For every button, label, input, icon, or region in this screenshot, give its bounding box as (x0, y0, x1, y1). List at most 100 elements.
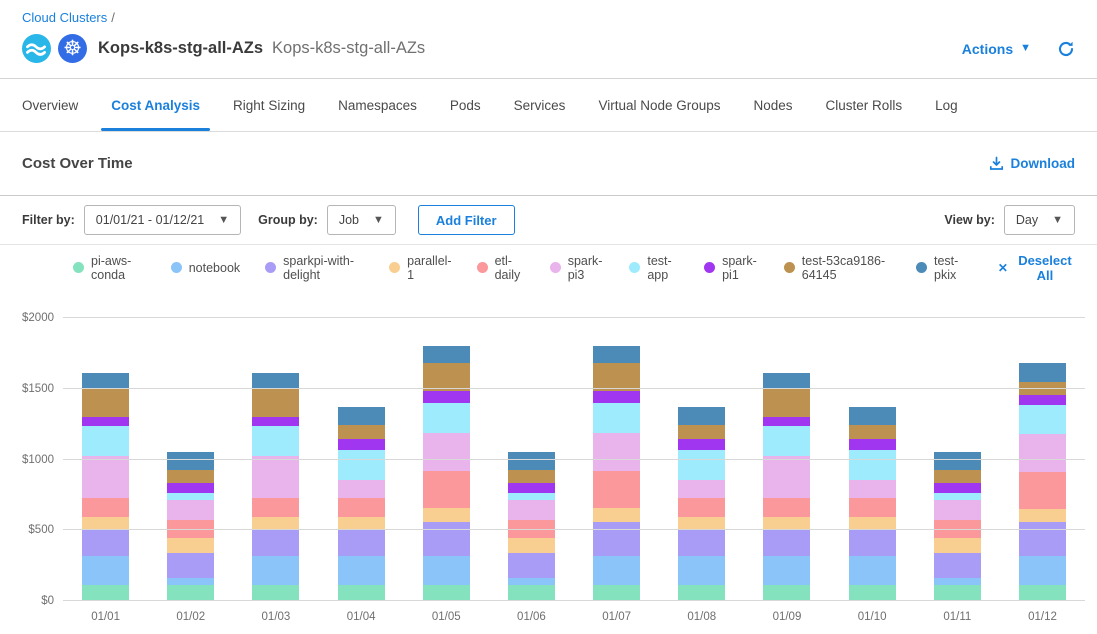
close-icon: ✕ (998, 261, 1008, 275)
legend-color-dot (550, 262, 561, 273)
stacked-bar-01-03 (252, 318, 299, 601)
bar-segment-pi-aws-conda (82, 585, 129, 601)
legend-item-test-app[interactable]: test-app (629, 254, 679, 282)
bar-slot (659, 318, 744, 601)
tab-virtual-node-groups[interactable]: Virtual Node Groups (598, 79, 720, 131)
bar-segment-spark-pi1 (849, 439, 896, 450)
bar-segment-sparkpi-with-delight (849, 530, 896, 556)
tab-namespaces[interactable]: Namespaces (338, 79, 417, 131)
chevron-down-icon: ▼ (1020, 43, 1031, 54)
page-header: Cloud Clusters/ ☸ Kops-k8s-stg-all-AZs K… (0, 0, 1097, 79)
legend-color-dot (265, 262, 276, 273)
chevron-down-icon: ▼ (218, 215, 229, 226)
download-button[interactable]: Download (989, 156, 1076, 171)
legend-color-dot (784, 262, 795, 273)
gridline (63, 388, 1085, 389)
tab-services[interactable]: Services (514, 79, 566, 131)
legend-item-spark-pi3[interactable]: spark-pi3 (550, 254, 605, 282)
legend-color-dot (704, 262, 715, 273)
bar-segment-spark-pi1 (338, 439, 385, 450)
refresh-button[interactable] (1057, 40, 1075, 58)
tab-right-sizing[interactable]: Right Sizing (233, 79, 305, 131)
bar-segment-etl-daily (678, 498, 725, 516)
cluster-subtitle: Kops-k8s-stg-all-AZs (272, 39, 425, 58)
bar-segment-spark-pi1 (82, 417, 129, 426)
gridline (63, 459, 1085, 460)
legend-label: test-pkix (934, 254, 967, 282)
legend-label: parallel-1 (407, 254, 451, 282)
legend-items: pi-aws-conda notebook sparkpi-with-delight… (73, 254, 967, 282)
bar-segment-etl-daily (593, 471, 640, 508)
bar-segment-test-pkix (1019, 363, 1066, 381)
tab-log[interactable]: Log (935, 79, 958, 131)
legend-item-test-pkix[interactable]: test-pkix (916, 254, 967, 282)
bar-segment-sparkpi-with-delight (934, 553, 981, 578)
bar-slot (148, 318, 233, 601)
group-by-label: Group by: (258, 213, 318, 227)
x-axis-tick: 01/02 (148, 611, 233, 623)
bar-segment-etl-daily (1019, 472, 1066, 509)
breadcrumb-link-cloud-clusters[interactable]: Cloud Clusters (22, 10, 107, 25)
legend-item-etl-daily[interactable]: etl-daily (477, 254, 525, 282)
bar-segment-test-app (423, 403, 470, 433)
bar-segment-test-53ca9186-64145 (167, 470, 214, 483)
bar-slot (574, 318, 659, 601)
legend-color-dot (73, 262, 84, 273)
bar-segment-parallel-1 (338, 517, 385, 530)
stacked-bar-01-02 (167, 318, 214, 601)
bar-segment-notebook (678, 556, 725, 585)
view-by-value: Day (1016, 213, 1038, 227)
legend-item-pi-aws-conda[interactable]: pi-aws-conda (73, 254, 146, 282)
group-by-value: Job (339, 213, 359, 227)
bar-segment-spark-pi3 (593, 433, 640, 470)
bar-segment-notebook (338, 556, 385, 585)
tab-overview[interactable]: Overview (22, 79, 78, 131)
bar-segment-etl-daily (338, 498, 385, 516)
y-axis-tick: $1000 (22, 454, 54, 466)
bar-segment-sparkpi-with-delight (252, 530, 299, 556)
group-by-select[interactable]: Job ▼ (327, 205, 396, 235)
actions-button[interactable]: Actions ▼ (962, 41, 1031, 57)
plot-area: $0$500$1000$1500$2000 (63, 318, 1085, 601)
bar-segment-test-app (1019, 405, 1066, 434)
date-range-value: 01/01/21 - 01/12/21 (96, 213, 204, 227)
bar-segment-test-pkix (423, 346, 470, 363)
legend-color-dot (389, 262, 400, 273)
legend-item-test-53ca9186-64145[interactable]: test-53ca9186-64145 (784, 254, 891, 282)
tab-nodes[interactable]: Nodes (754, 79, 793, 131)
legend-item-notebook[interactable]: notebook (171, 261, 240, 275)
bars (63, 318, 1085, 601)
bar-segment-spark-pi3 (1019, 434, 1066, 471)
bar-segment-test-53ca9186-64145 (849, 425, 896, 439)
legend-label: sparkpi-with-delight (283, 254, 364, 282)
bar-slot (915, 318, 1000, 601)
bar-segment-notebook (849, 556, 896, 585)
bar-segment-test-app (167, 493, 214, 500)
bar-segment-sparkpi-with-delight (338, 530, 385, 556)
bar-segment-test-53ca9186-64145 (423, 363, 470, 391)
date-range-select[interactable]: 01/01/21 - 01/12/21 ▼ (84, 205, 241, 235)
bar-segment-test-53ca9186-64145 (678, 425, 725, 439)
deselect-all-button[interactable]: ✕ Deselect All (998, 253, 1075, 283)
x-axis-tick: 01/12 (1000, 611, 1085, 623)
bar-segment-pi-aws-conda (593, 585, 640, 601)
legend-color-dot (629, 262, 640, 273)
legend-item-parallel-1[interactable]: parallel-1 (389, 254, 451, 282)
bar-segment-pi-aws-conda (252, 585, 299, 601)
tab-cluster-rolls[interactable]: Cluster Rolls (826, 79, 903, 131)
bar-segment-etl-daily (82, 498, 129, 516)
legend-item-spark-pi1[interactable]: spark-pi1 (704, 254, 759, 282)
bar-segment-pi-aws-conda (508, 585, 555, 601)
legend-item-sparkpi-with-delight[interactable]: sparkpi-with-delight (265, 254, 364, 282)
tab-pods[interactable]: Pods (450, 79, 481, 131)
bar-segment-test-pkix (508, 452, 555, 470)
view-by-select[interactable]: Day ▼ (1004, 205, 1075, 235)
add-filter-button[interactable]: Add Filter (418, 205, 515, 235)
chart-legend: pi-aws-conda notebook sparkpi-with-delight… (0, 245, 1097, 290)
bar-segment-notebook (252, 556, 299, 585)
tab-cost-analysis[interactable]: Cost Analysis (111, 79, 200, 131)
bar-segment-test-pkix (593, 346, 640, 363)
bar-segment-parallel-1 (934, 538, 981, 553)
chevron-down-icon: ▼ (1052, 215, 1063, 226)
bar-segment-test-pkix (82, 373, 129, 389)
